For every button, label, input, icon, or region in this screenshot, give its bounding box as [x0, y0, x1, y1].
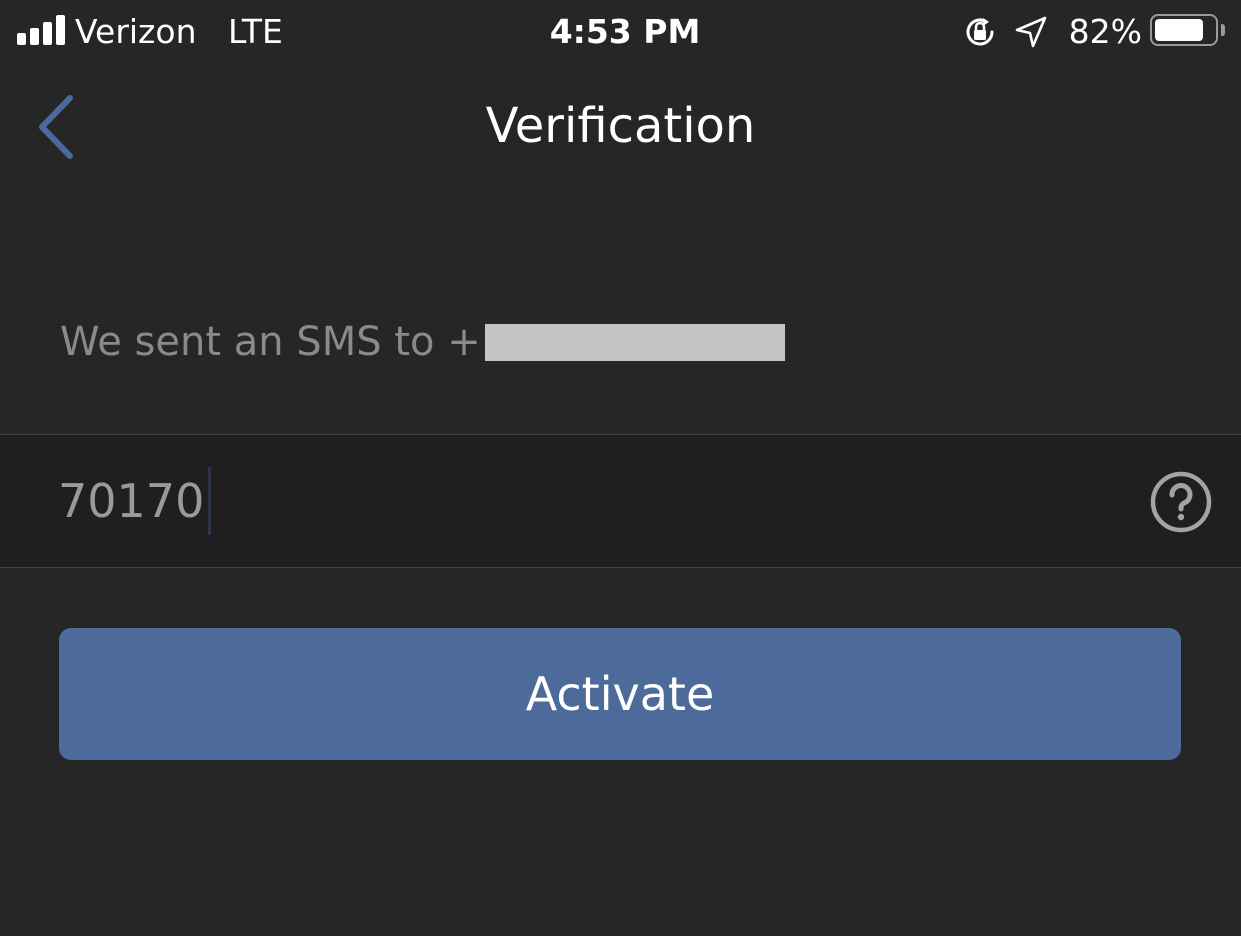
sms-message-text: We sent an SMS to + — [60, 319, 481, 365]
verification-code-row — [0, 434, 1241, 568]
status-bar: Verizon LTE 4:53 PM 82% — [0, 0, 1241, 64]
battery-fill — [1155, 19, 1203, 41]
verification-code-input[interactable] — [58, 465, 658, 537]
battery-cap — [1221, 24, 1225, 36]
page-title: Verification — [485, 98, 756, 154]
location-arrow-icon — [1015, 16, 1047, 48]
text-caret — [208, 467, 211, 535]
redacted-phone-number — [484, 323, 785, 361]
status-time: 4:53 PM — [549, 12, 701, 51]
network-type-label: LTE — [228, 12, 283, 51]
sms-message: We sent an SMS to + — [60, 314, 785, 370]
rotation-lock-icon — [966, 18, 994, 46]
signal-icon — [17, 15, 67, 45]
battery-percent: 82% — [1068, 12, 1142, 51]
question-circle-icon[interactable] — [1149, 470, 1213, 534]
activate-button[interactable]: Activate — [59, 628, 1181, 760]
battery-icon — [1150, 14, 1218, 46]
carrier-label: Verizon — [75, 12, 197, 51]
